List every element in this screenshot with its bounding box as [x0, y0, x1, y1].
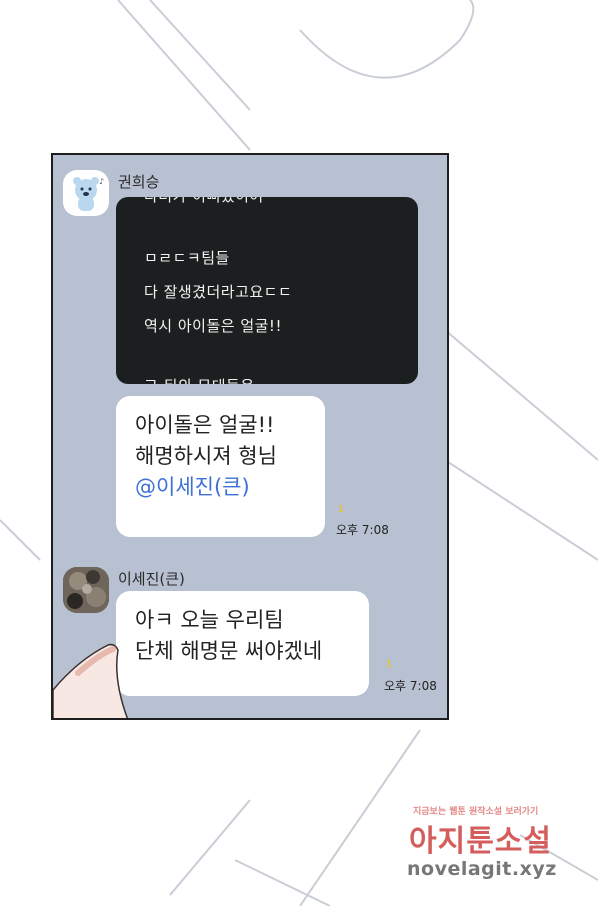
chat-window: ♪ 권희승 다더가 이뻐졌이어 ㅁㄹㄷㅋ팀들 다 잘생겼더라고요ㄷㄷ 역시 아이… [51, 153, 449, 720]
photo-avatar-icon[interactable] [63, 567, 109, 613]
message-bubble[interactable]: 아이돌은 얼굴!! 해명하시져 형님 @이세진(큰) [116, 396, 325, 537]
watermark-url: novelagit.xyz [407, 858, 557, 880]
message-timestamp: 오후 7:08 [384, 679, 437, 693]
message-text: 아이돌은 얼굴!! [135, 413, 275, 437]
mention-link[interactable]: @이세진(큰) [135, 472, 325, 503]
unread-count: 1 [338, 504, 345, 515]
message-text: 해명하시져 형님 [135, 444, 277, 468]
hand-illustration [53, 643, 129, 718]
unread-count: 1 [386, 659, 393, 670]
message-text: 아ㅋ 오늘 우리팀 [135, 608, 284, 632]
site-watermark: 지금보는 웹툰 원작소설 보러가기 아지툰소설 novelagit.xyz [403, 800, 593, 890]
watermark-brand: 아지툰소설 [409, 824, 552, 859]
sender-name: 권희승 [118, 173, 160, 191]
screenshot-text-line: 다더가 이뻐졌이어 [144, 197, 264, 206]
screenshot-text-line: 그 뒤의 무대들은 [144, 375, 255, 384]
screenshot-text-line: ㅁㄹㄷㅋ팀들 [144, 249, 230, 267]
message-text: 단체 해명문 써야겠네 [135, 639, 323, 663]
screenshot-text-line: 다 잘생겼더라고요ㄷㄷ [144, 283, 293, 301]
blue-bear-avatar-icon[interactable]: ♪ [63, 170, 109, 216]
screenshot-text-line: 역시 아이돌은 얼굴!! [144, 317, 282, 335]
sender-name: 이세진(큰) [118, 570, 185, 588]
svg-text:♪: ♪ [99, 177, 104, 186]
screenshot-message-bubble: 다더가 이뻐졌이어 ㅁㄹㄷㅋ팀들 다 잘생겼더라고요ㄷㄷ 역시 아이돌은 얼굴!… [116, 197, 418, 384]
message-timestamp: 오후 7:08 [336, 523, 389, 537]
